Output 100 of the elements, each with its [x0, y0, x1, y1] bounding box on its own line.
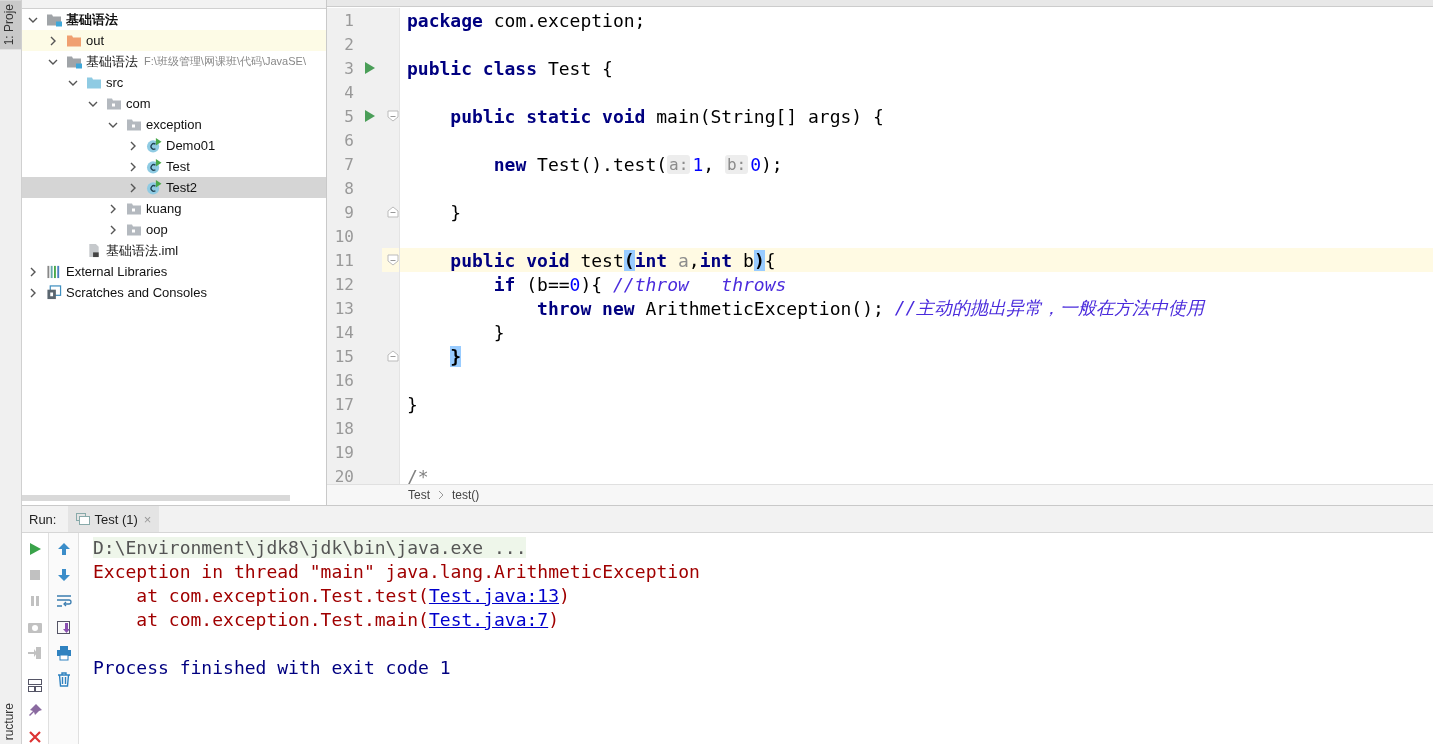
code-text: ){ — [580, 273, 604, 295]
chevron-icon[interactable] — [48, 35, 58, 46]
keyword: int — [699, 249, 733, 271]
code-text: Test().test( — [537, 153, 668, 175]
tree-item[interactable]: Scratches and Consoles — [22, 282, 326, 303]
matched-brace: } — [450, 345, 462, 367]
code-text: (b== — [526, 273, 570, 295]
fold-icon[interactable] — [387, 254, 399, 266]
line-number: 3 — [343, 58, 354, 78]
code-text: { — [764, 249, 776, 271]
line-number: 4 — [343, 82, 354, 102]
pin-icon[interactable] — [27, 703, 43, 719]
tree-item[interactable]: kuang — [22, 198, 326, 219]
line-number: 2 — [343, 34, 354, 54]
run-icon[interactable] — [27, 541, 43, 557]
keyword: public class — [407, 57, 538, 79]
chevron-icon — [438, 490, 444, 500]
chevron-icon[interactable] — [28, 266, 38, 277]
line-number: 5 — [343, 106, 354, 126]
source-link[interactable]: Test.java:13 — [428, 584, 559, 606]
run-icon[interactable] — [364, 109, 376, 123]
chevron-icon[interactable] — [108, 224, 118, 235]
line-number: 1 — [343, 10, 354, 30]
chevron-icon[interactable] — [28, 287, 38, 298]
breadcrumb[interactable]: Test — [408, 488, 430, 502]
keyword: throw new — [537, 297, 635, 319]
fold-icon[interactable] — [387, 350, 399, 362]
chevron-icon[interactable] — [128, 140, 138, 151]
folder-icon — [46, 12, 62, 27]
tree-label: 基础语法 — [86, 52, 138, 71]
tree-label: Test2 — [166, 180, 198, 195]
code-text: b — [743, 249, 754, 271]
tree-item[interactable]: exception — [22, 114, 326, 135]
tree-label: External Libraries — [66, 264, 168, 279]
tree-item[interactable]: out — [22, 30, 326, 51]
code-comment: //主动的抛出异常，一般在方法中使用 — [894, 296, 1205, 320]
layout-icon[interactable] — [27, 677, 43, 693]
folder-icon — [86, 75, 102, 90]
close-icon[interactable] — [27, 729, 43, 744]
library-icon — [46, 264, 62, 279]
folder-icon — [66, 54, 82, 69]
tool-window-tab[interactable]: 1: Proje — [0, 0, 21, 50]
scrollbar[interactable] — [22, 495, 290, 501]
tool-window-tab[interactable]: ructure — [0, 698, 21, 744]
line-number: 7 — [343, 154, 354, 174]
code-text: ); — [761, 153, 783, 175]
tree-label: Demo01 — [166, 138, 216, 153]
wrap-icon[interactable] — [55, 593, 72, 609]
tree-item[interactable]: 基础语法.iml — [22, 240, 326, 261]
code-text: } — [407, 393, 418, 415]
line-number: 19 — [333, 442, 354, 462]
tree-label: oop — [146, 222, 168, 237]
tree-item[interactable]: 基础语法 F:\班级管理\网课班\代码\JavaSE\ — [22, 51, 326, 72]
trash-icon[interactable] — [55, 671, 72, 687]
line-number: 13 — [333, 298, 354, 318]
folder-icon — [126, 201, 142, 216]
class-icon — [146, 159, 162, 174]
line-number: 6 — [343, 130, 354, 150]
keyword: new — [493, 153, 527, 175]
scroll-end-icon[interactable] — [55, 619, 72, 635]
keyword: int — [634, 249, 668, 271]
tree-item[interactable]: Test2 — [22, 177, 326, 198]
code-text: } — [450, 201, 462, 223]
run-label: Run: — [29, 511, 57, 527]
code-text: com.exception; — [493, 9, 646, 31]
chevron-icon[interactable] — [108, 203, 118, 214]
tree-label: exception — [146, 117, 202, 132]
breadcrumb[interactable]: test() — [452, 488, 480, 502]
number-literal: 0 — [750, 153, 761, 175]
run-tab[interactable]: Test (1) × — [68, 506, 160, 532]
window-icon — [76, 513, 91, 525]
tree-item[interactable]: Demo01 — [22, 135, 326, 156]
folder-icon — [66, 33, 82, 48]
run-icon[interactable] — [364, 61, 376, 75]
tree-item[interactable]: External Libraries — [22, 261, 326, 282]
folder-icon — [126, 222, 142, 237]
keyword: public void — [450, 249, 570, 271]
tree-item[interactable]: src — [22, 72, 326, 93]
error-text: ) — [559, 584, 570, 606]
line-number: 8 — [343, 178, 354, 198]
keyword: public static void — [450, 105, 646, 127]
line-number: 16 — [333, 370, 354, 390]
fold-icon[interactable] — [387, 110, 399, 122]
chevron-icon[interactable] — [128, 161, 138, 172]
tree-item[interactable]: 基础语法 — [22, 9, 326, 30]
tree-item[interactable]: Test — [22, 156, 326, 177]
number-literal: 1 — [692, 153, 704, 175]
line-number: 18 — [333, 418, 354, 438]
print-icon[interactable] — [55, 645, 72, 661]
chevron-icon[interactable] — [128, 182, 138, 193]
tree-item[interactable]: com — [22, 93, 326, 114]
source-link[interactable]: Test.java:7 — [428, 608, 549, 630]
code-text: } — [493, 321, 505, 343]
tree-label: com — [126, 96, 151, 111]
keyword: if — [493, 273, 516, 295]
tree-label: kuang — [146, 201, 182, 216]
tree-label: Test — [166, 159, 190, 174]
fold-icon[interactable] — [387, 206, 399, 218]
tree-item[interactable]: oop — [22, 219, 326, 240]
code-text: ArithmeticException(); — [645, 297, 885, 319]
